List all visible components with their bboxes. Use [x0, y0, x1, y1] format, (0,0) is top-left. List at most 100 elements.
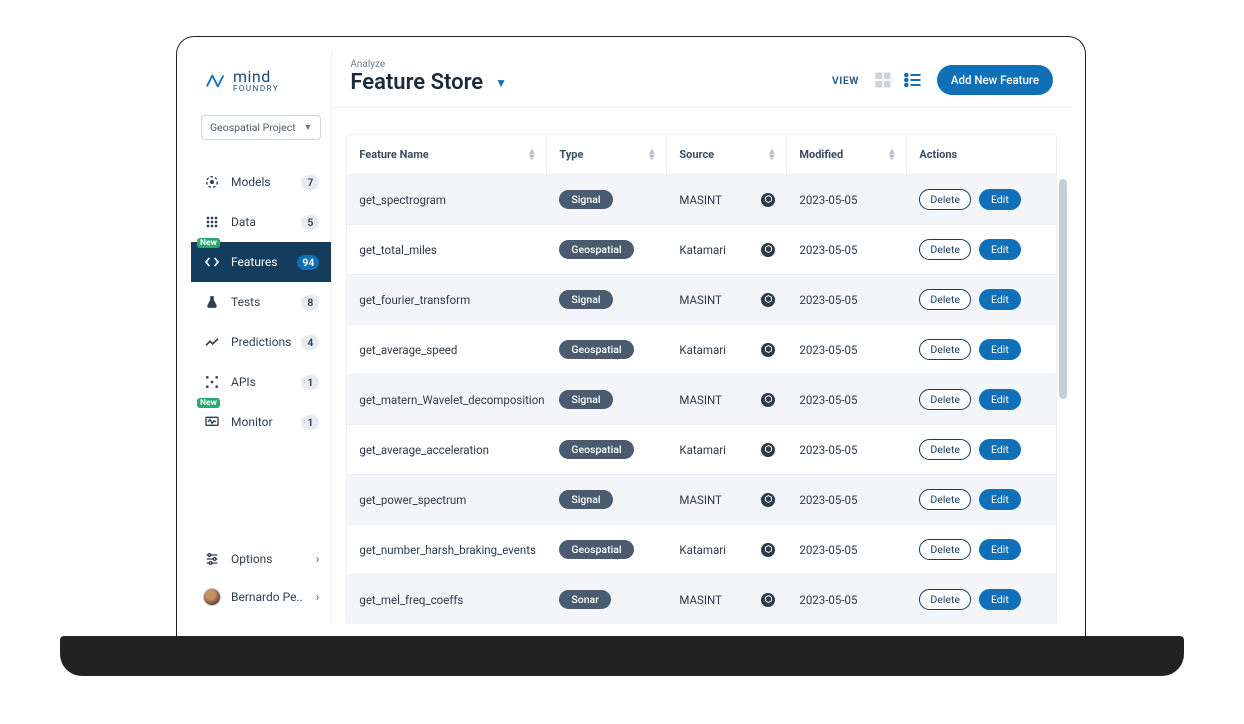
nav-count: 7 — [301, 175, 319, 190]
col-source[interactable]: Source▴▾ — [667, 135, 787, 174]
nav-item-predictions[interactable]: Predictions4 — [191, 322, 331, 362]
cell-name: get_number_harsh_braking_events — [347, 529, 547, 571]
nav-label: Features — [231, 255, 287, 269]
edit-button[interactable]: Edit — [979, 239, 1021, 260]
delete-button[interactable]: Delete — [919, 439, 971, 460]
edit-button[interactable]: Edit — [979, 489, 1021, 510]
source-icon: ⬡ — [761, 243, 775, 257]
source-icon: ⬡ — [761, 193, 775, 207]
source-icon: ⬡ — [761, 593, 775, 607]
delete-button[interactable]: Delete — [919, 339, 971, 360]
new-badge: New — [197, 398, 220, 408]
type-pill: Signal — [559, 390, 612, 409]
edit-button[interactable]: Edit — [979, 339, 1021, 360]
nav-item-tests[interactable]: Tests8 — [191, 282, 331, 322]
table-row: get_number_harsh_braking_events Geospatia… — [347, 525, 1056, 575]
cell-name: get_average_speed — [347, 329, 547, 371]
type-pill: Geospatial — [559, 240, 633, 259]
list-view-icon[interactable] — [903, 70, 923, 90]
edit-button[interactable]: Edit — [979, 189, 1021, 210]
sort-icon: ▴▾ — [889, 149, 894, 161]
type-pill: Geospatial — [559, 540, 633, 559]
breadcrumb: Analyze — [350, 59, 507, 70]
source-icon: ⬡ — [761, 393, 775, 407]
nav-item-models[interactable]: Models7 — [191, 162, 331, 202]
delete-button[interactable]: Delete — [919, 389, 971, 410]
cell-actions: Delete Edit — [907, 475, 1056, 524]
cell-name: get_total_miles — [347, 229, 547, 271]
title-caret-icon[interactable]: ▼ — [495, 76, 507, 90]
nav-count: 94 — [297, 255, 319, 270]
nav-item-monitor[interactable]: NewMonitor1 — [191, 402, 331, 442]
type-pill: Signal — [559, 290, 612, 309]
edit-button[interactable]: Edit — [979, 289, 1021, 310]
content: Feature Name▴▾ Type▴▾ Source▴▾ Modified▴… — [332, 108, 1071, 624]
cell-actions: Delete Edit — [907, 225, 1056, 274]
main: Analyze Feature Store ▼ VIEW — [332, 51, 1071, 624]
type-pill: Geospatial — [559, 440, 633, 459]
source-icon: ⬡ — [761, 493, 775, 507]
delete-button[interactable]: Delete — [919, 539, 971, 560]
brand-logo: mind FOUNDRY — [191, 63, 331, 111]
user-item[interactable]: Bernardo Pe.. › — [191, 578, 331, 616]
cell-source: MASINT⬡ — [667, 479, 787, 521]
nav-count: 1 — [301, 415, 319, 430]
delete-button[interactable]: Delete — [919, 189, 971, 210]
table-row: get_spectrogramSignalMASINT⬡2023-05-05De… — [347, 175, 1056, 225]
add-new-feature-button[interactable]: Add New Feature — [937, 65, 1053, 95]
nav-item-features[interactable]: NewFeatures94 — [191, 242, 331, 282]
col-modified[interactable]: Modified▴▾ — [787, 135, 907, 174]
feature-table: Feature Name▴▾ Type▴▾ Source▴▾ Modified▴… — [346, 134, 1057, 624]
nav-item-apis[interactable]: APIs1 — [191, 362, 331, 402]
grid-view-icon[interactable] — [873, 70, 893, 90]
cell-name: get_spectrogram — [347, 179, 547, 221]
cell-source: MASINT⬡ — [667, 579, 787, 621]
cell-modified: 2023-05-05 — [787, 179, 907, 221]
cell-type: Signal — [547, 176, 667, 223]
cell-type: Signal — [547, 376, 667, 423]
cell-modified: 2023-05-05 — [787, 529, 907, 571]
edit-button[interactable]: Edit — [979, 439, 1021, 460]
nav-label: Predictions — [231, 335, 291, 349]
nav-count: 1 — [301, 375, 319, 390]
cell-modified: 2023-05-05 — [787, 329, 907, 371]
col-type[interactable]: Type▴▾ — [547, 135, 667, 174]
apis-icon — [203, 373, 221, 391]
options-item[interactable]: Options › — [191, 540, 331, 578]
cell-modified: 2023-05-05 — [787, 579, 907, 621]
source-icon: ⬡ — [761, 543, 775, 557]
table-row: get_total_milesGeospatialKatamari⬡2023-0… — [347, 225, 1056, 275]
sliders-icon — [203, 550, 221, 568]
edit-button[interactable]: Edit — [979, 589, 1021, 610]
edit-button[interactable]: Edit — [979, 539, 1021, 560]
nav: Models7Data5NewFeatures94Tests8Predictio… — [191, 162, 331, 442]
table-row: get_average_speedGeospatialKatamari⬡2023… — [347, 325, 1056, 375]
edit-button[interactable]: Edit — [979, 389, 1021, 410]
delete-button[interactable]: Delete — [919, 489, 971, 510]
nav-item-data[interactable]: Data5 — [191, 202, 331, 242]
view-label[interactable]: VIEW — [832, 74, 859, 87]
table-header: Feature Name▴▾ Type▴▾ Source▴▾ Modified▴… — [347, 135, 1056, 175]
delete-button[interactable]: Delete — [919, 239, 971, 260]
cell-source: Katamari⬡ — [667, 529, 787, 571]
topbar: Analyze Feature Store ▼ VIEW — [332, 51, 1071, 108]
type-pill: Geospatial — [559, 340, 633, 359]
cell-type: Sonar — [547, 576, 667, 623]
cell-source: MASINT⬡ — [667, 279, 787, 321]
delete-button[interactable]: Delete — [919, 589, 971, 610]
cell-name: get_fourier_transform — [347, 279, 547, 321]
scrollbar[interactable] — [1059, 179, 1067, 399]
data-icon — [203, 213, 221, 231]
cell-type: Geospatial — [547, 226, 667, 273]
cell-actions: Delete Edit — [907, 175, 1056, 224]
cell-actions: Delete Edit — [907, 425, 1056, 474]
source-icon: ⬡ — [761, 443, 775, 457]
chevron-right-icon: › — [316, 552, 320, 566]
col-feature-name[interactable]: Feature Name▴▾ — [347, 135, 547, 174]
type-pill: Signal — [559, 490, 612, 509]
cell-actions: Delete Edit — [907, 375, 1056, 424]
delete-button[interactable]: Delete — [919, 289, 971, 310]
project-selector[interactable]: Geospatial Project ▼ — [201, 115, 321, 140]
models-icon — [203, 173, 221, 191]
cell-source: Katamari⬡ — [667, 429, 787, 471]
